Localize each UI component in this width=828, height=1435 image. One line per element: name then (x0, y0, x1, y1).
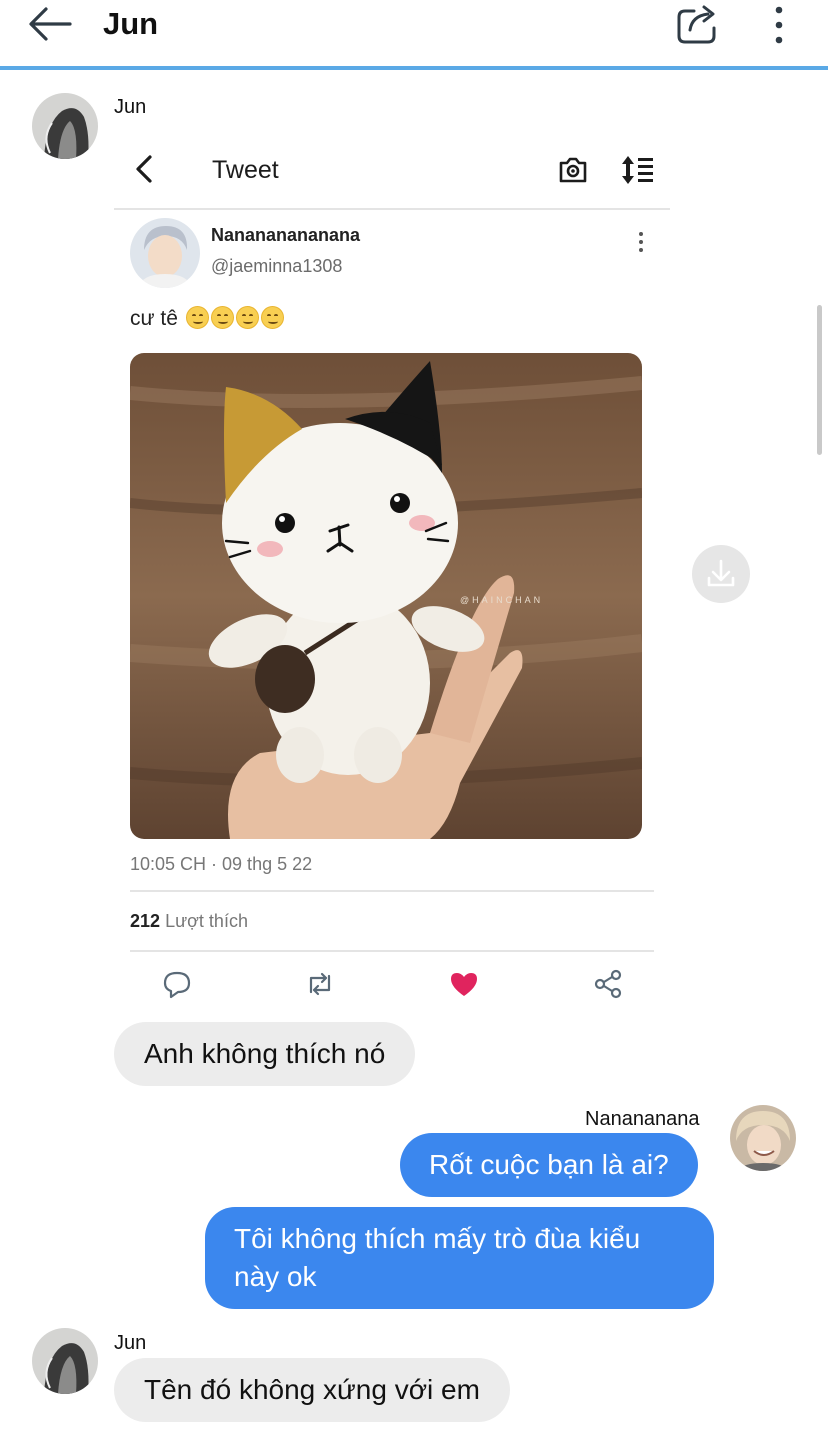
tweet-handle: @jaeminna1308 (211, 256, 343, 276)
more-vertical-icon (775, 6, 783, 44)
sender-name: Jun (114, 96, 147, 118)
share-nodes-icon (594, 969, 622, 999)
message-bubble-outgoing[interactable]: Tôi không thích mấy trò đùa kiểu này ok (205, 1207, 714, 1309)
tweet-photo: @HAINCHAN (130, 353, 642, 839)
back-button[interactable] (26, 4, 74, 44)
scrollbar[interactable] (817, 305, 822, 455)
sender-name: Nanananana (585, 1108, 700, 1130)
photo-watermark: @HAINCHAN (460, 595, 543, 605)
sender-name: Jun (114, 1332, 147, 1354)
avatar[interactable] (32, 1328, 98, 1394)
likes-label: Lượt thích (165, 911, 248, 931)
avatar[interactable] (730, 1105, 796, 1171)
reply-icon (163, 971, 191, 999)
more-options-button[interactable] (768, 4, 790, 44)
smiling-face-emoji-icon (260, 306, 284, 329)
tweet-text-content: cư tê (130, 307, 178, 330)
arrow-left-icon (29, 7, 72, 41)
smiling-face-emoji-icon (185, 306, 209, 329)
smiling-face-emoji-icon (235, 306, 259, 329)
likes-count: 212 (130, 911, 161, 931)
retweet-icon (309, 972, 331, 996)
download-button[interactable] (692, 545, 750, 603)
chevron-left-icon (136, 155, 152, 183)
camera-icon (559, 157, 587, 183)
share-button[interactable] (676, 2, 720, 44)
tweet-author-avatar (130, 218, 200, 288)
contact-avatar-image (32, 93, 98, 159)
more-vertical-icon (639, 232, 643, 252)
tweet-display-name: Nanananananana (211, 225, 361, 245)
tweet-header-title: Tweet (212, 156, 279, 184)
download-icon (707, 559, 735, 587)
tweet-text: cư tê (130, 306, 284, 331)
chat-title: Jun (103, 6, 159, 41)
message-bubble-incoming[interactable]: Anh không thích nó (114, 1022, 416, 1086)
avatar[interactable] (32, 93, 98, 159)
user-avatar-image (730, 1105, 796, 1171)
divider (130, 890, 654, 892)
sort-icon (622, 156, 653, 184)
shared-tweet-image[interactable]: Tweet Nanananananana @jaeminna1308 cư tê (114, 130, 670, 1010)
message-bubble-incoming[interactable]: Tên đó không xứng với em (114, 1358, 510, 1422)
tweet-timestamp: 10:05 CH · 09 thg 5 22 (130, 854, 313, 874)
divider (114, 208, 670, 210)
share-icon (677, 5, 716, 44)
message-bubble-outgoing[interactable]: Rốt cuộc bạn là ai? (400, 1133, 698, 1197)
divider (130, 950, 654, 952)
chat-header: Jun (0, 0, 828, 70)
contact-avatar-image (32, 1328, 98, 1394)
smiling-face-emoji-icon (210, 306, 234, 329)
tweet-likes: 212 Lượt thích (130, 911, 248, 932)
heart-icon (451, 973, 477, 996)
